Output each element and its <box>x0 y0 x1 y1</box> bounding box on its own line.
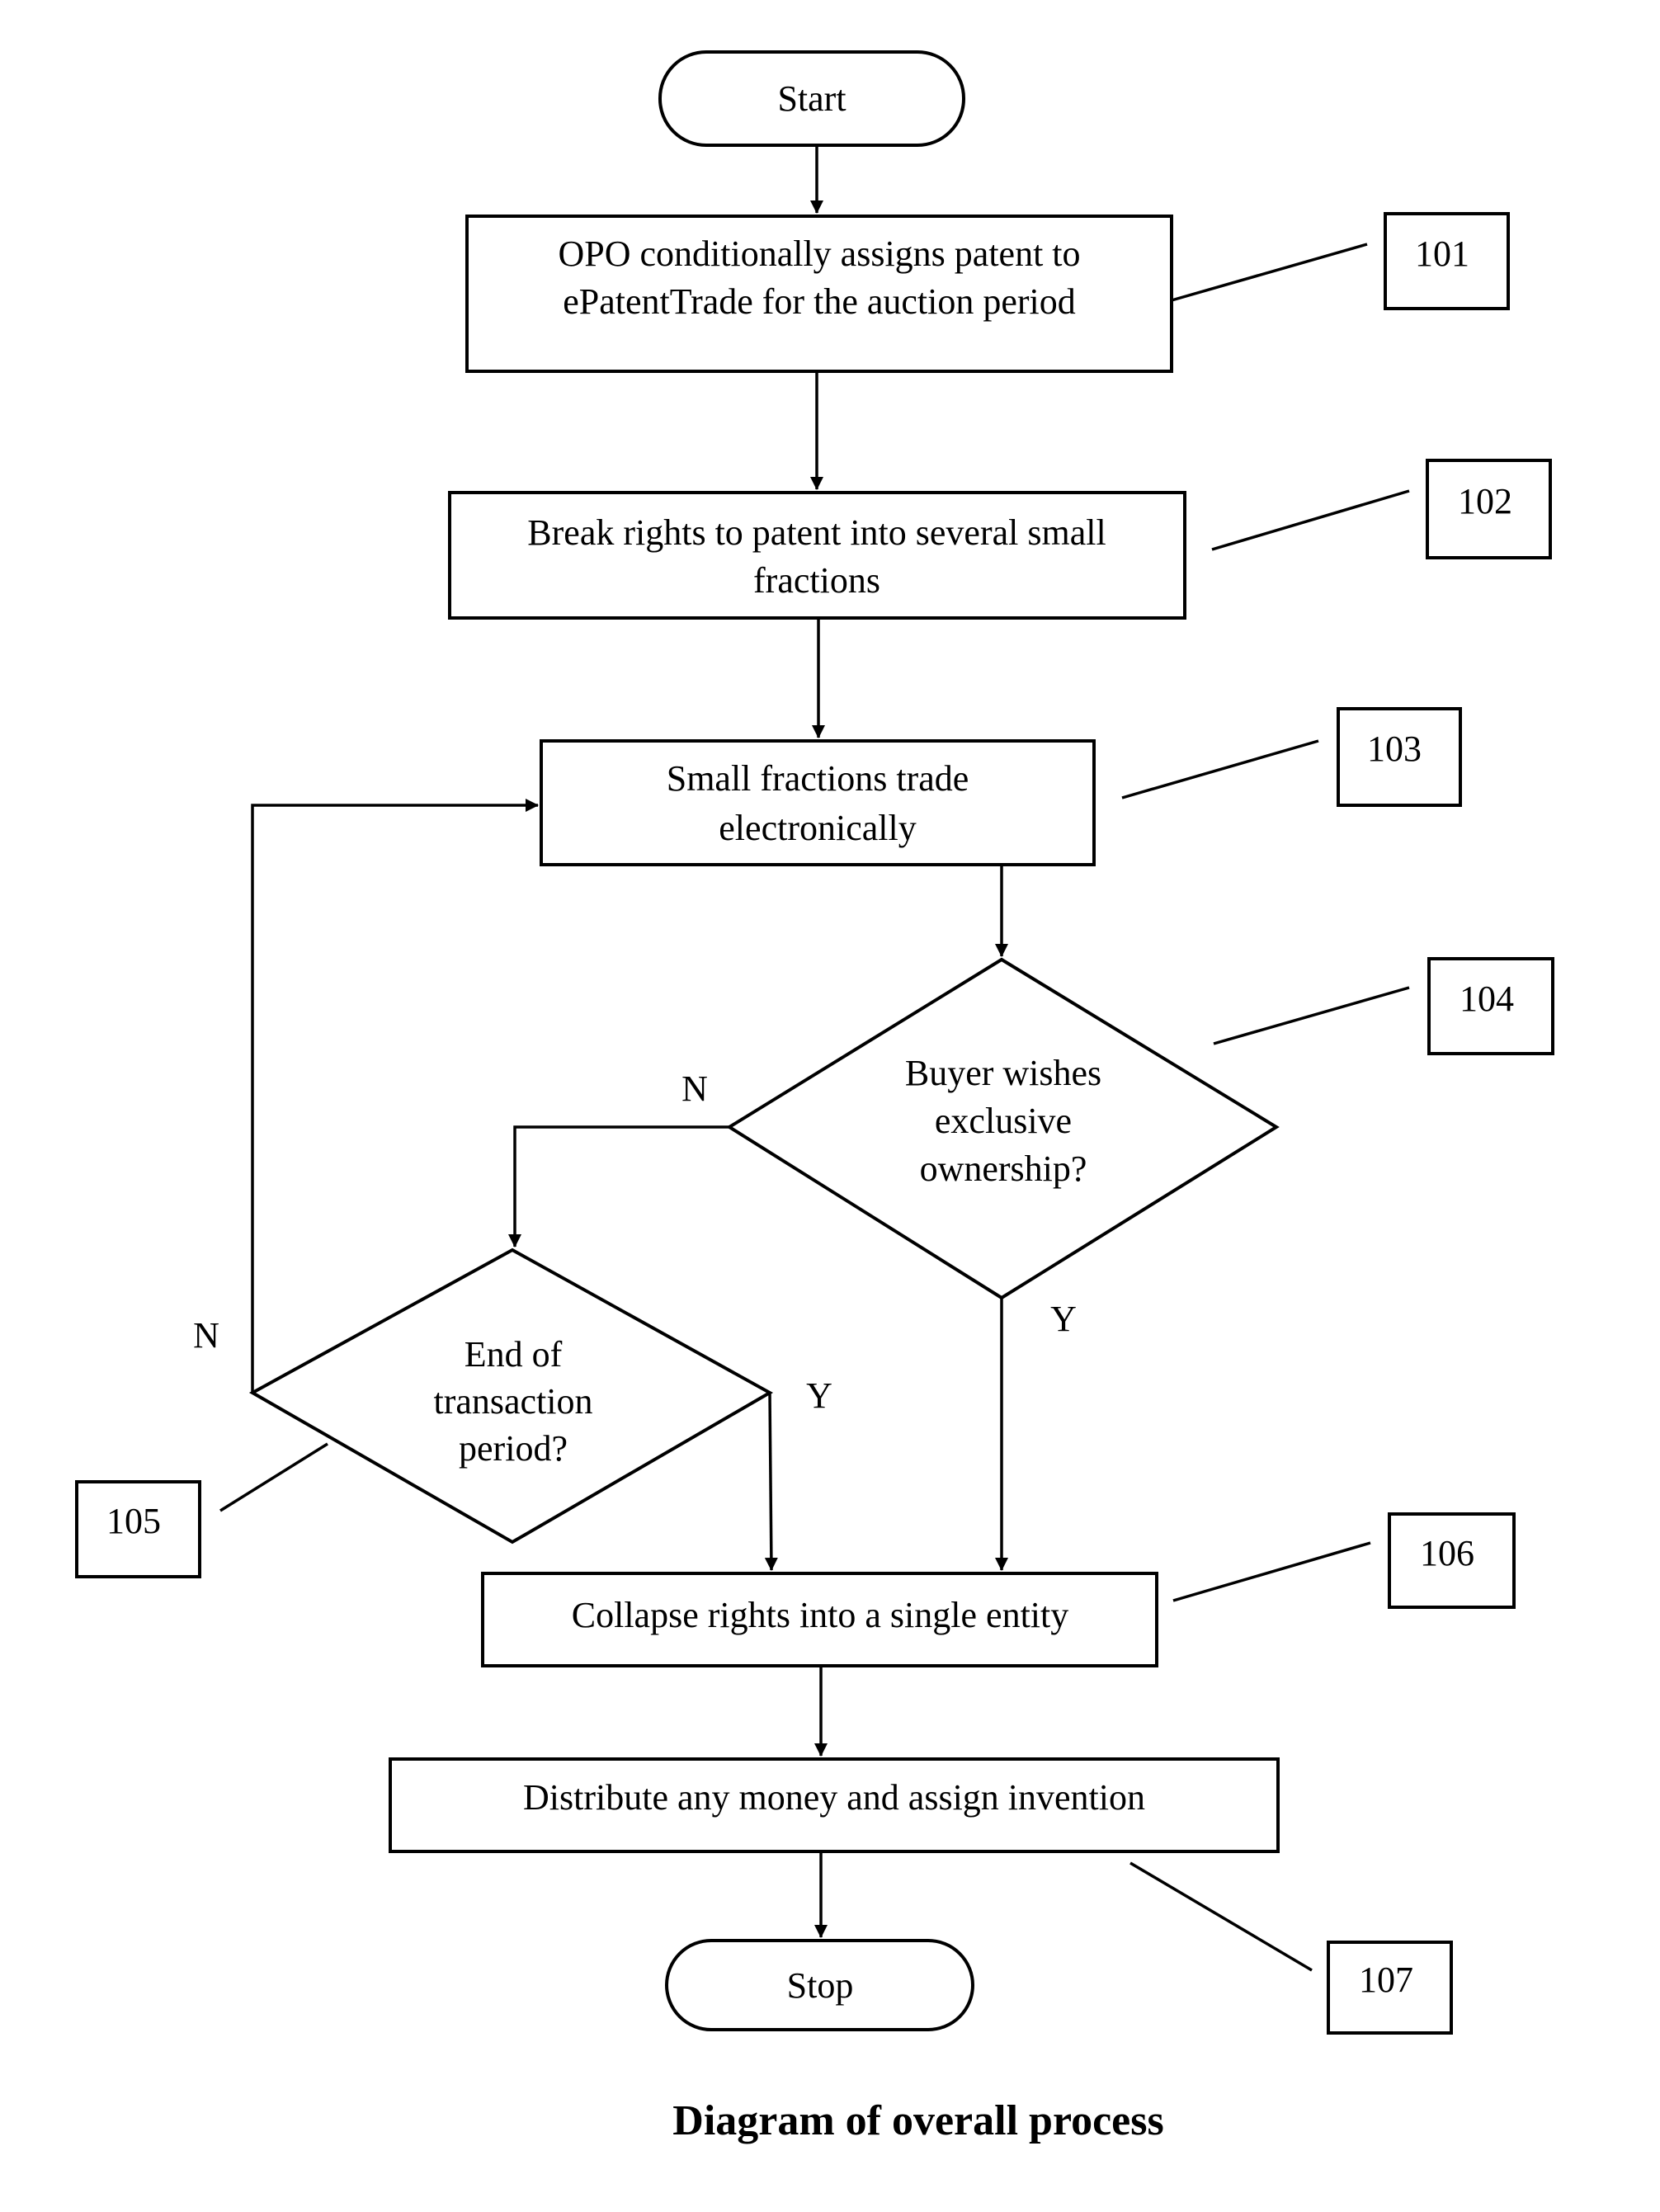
start-terminator: Start <box>658 50 965 147</box>
decision-105: End of transaction period? <box>248 1247 774 1545</box>
ref-label-101: 101 <box>1171 212 1510 310</box>
step-105-line-3: period? <box>459 1428 568 1469</box>
step-106-line-1: Collapse rights into a single entity <box>572 1595 1069 1635</box>
edge-104-105-no <box>508 1125 729 1247</box>
branch-label-105-no: N <box>193 1315 219 1356</box>
ref-label-106: 106 <box>1172 1512 1516 1609</box>
process-box-103: Small fractions trade electronically <box>540 739 1096 866</box>
edge-105-106-yes <box>764 1392 778 1571</box>
step-105-line-1: End of <box>465 1334 563 1375</box>
stop-terminator: Stop <box>665 1939 974 2031</box>
ref-102-text: 102 <box>1458 481 1512 521</box>
ref-106-text: 106 <box>1420 1533 1474 1573</box>
diagram-title: Diagram of overall process <box>672 2097 1163 2144</box>
ref-label-105: 105 <box>75 1442 328 1578</box>
ref-103-text: 103 <box>1367 729 1422 769</box>
ref-label-107: 107 <box>1129 1861 1453 2035</box>
process-box-107: Distribute any money and assign inventio… <box>389 1757 1280 1853</box>
ref-107-text: 107 <box>1359 1960 1413 2000</box>
ref-105-text: 105 <box>106 1501 161 1541</box>
step-102-line-2: fractions <box>753 560 880 601</box>
step-105-line-2: transaction <box>433 1381 592 1422</box>
step-101-line-1: OPO conditionally assigns patent to <box>558 233 1080 274</box>
process-box-102: Break rights to patent into several smal… <box>448 491 1186 620</box>
process-box-106: Collapse rights into a single entity <box>481 1572 1158 1667</box>
step-107-line-1: Distribute any money and assign inventio… <box>523 1777 1145 1818</box>
start-label: Start <box>777 78 846 119</box>
flowchart: Start OPO conditionally assigns patent t… <box>75 50 1554 2144</box>
branch-label-104-yes: Y <box>1050 1299 1077 1339</box>
ref-label-102: 102 <box>1211 459 1552 559</box>
branch-label-104-no: N <box>681 1068 708 1109</box>
step-104-line-2: exclusive <box>935 1101 1072 1141</box>
step-103-line-1: Small fractions trade <box>667 758 969 799</box>
ref-label-104: 104 <box>1213 957 1554 1055</box>
step-104-line-3: ownership? <box>920 1148 1087 1189</box>
ref-label-103: 103 <box>1121 707 1462 807</box>
stop-label: Stop <box>787 1965 854 2006</box>
process-box-101: OPO conditionally assigns patent to ePat… <box>465 215 1173 373</box>
decision-104: Buyer wishes exclusive ownership? <box>726 957 1280 1300</box>
ref-104-text: 104 <box>1460 979 1514 1019</box>
step-103-line-2: electronically <box>719 808 916 848</box>
step-104-line-1: Buyer wishes <box>905 1053 1101 1093</box>
ref-101-text: 101 <box>1415 233 1469 274</box>
branch-label-105-yes: Y <box>806 1375 832 1416</box>
step-102-line-1: Break rights to patent into several smal… <box>527 512 1106 553</box>
step-101-line-2: ePatentTrade for the auction period <box>563 281 1076 322</box>
